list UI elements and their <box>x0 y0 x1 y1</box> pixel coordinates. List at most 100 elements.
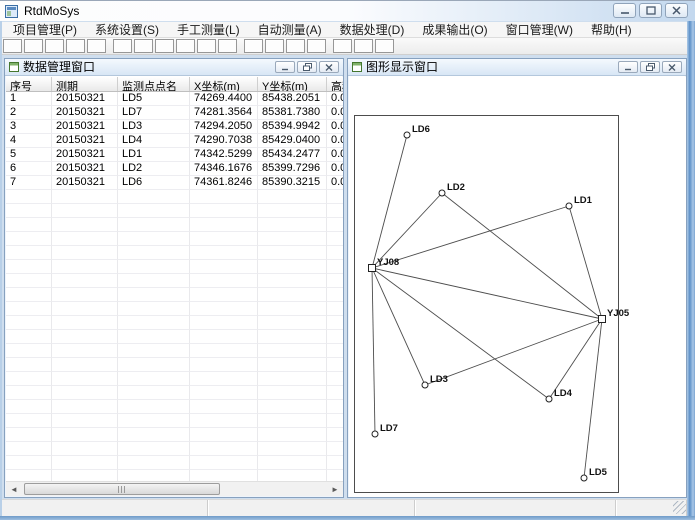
resize-grip[interactable] <box>673 501 686 514</box>
table-row[interactable] <box>6 218 343 232</box>
toolbar-button[interactable] <box>134 39 153 53</box>
table-cell <box>6 190 52 204</box>
scroll-right-arrow-icon[interactable]: ► <box>327 482 343 496</box>
toolbar-button[interactable] <box>265 39 284 53</box>
data-window-titlebar[interactable]: 数据管理窗口 <box>5 59 343 76</box>
table-row[interactable] <box>6 190 343 204</box>
menu-item[interactable]: 手工测量(L) <box>168 22 249 38</box>
toolbar-button[interactable] <box>176 39 195 53</box>
menu-item[interactable]: 项目管理(P) <box>4 22 86 38</box>
table-cell <box>52 358 118 372</box>
table-row[interactable]: 220150321LD774281.356485381.73800.0000 <box>6 106 343 120</box>
table-cell <box>258 190 327 204</box>
table-row[interactable]: 520150321LD174342.529985434.24770.0000 <box>6 148 343 162</box>
minimize-button[interactable] <box>613 3 636 18</box>
maximize-button[interactable] <box>639 3 662 18</box>
table-row[interactable]: 420150321LD474290.703885429.04000.0000 <box>6 134 343 148</box>
toolbar-button[interactable] <box>24 39 43 53</box>
table-cell <box>327 344 343 358</box>
data-window-close-button[interactable] <box>319 61 339 73</box>
toolbar-button[interactable] <box>113 39 132 53</box>
table-cell: 20150321 <box>52 162 118 176</box>
scrollbar-thumb[interactable] <box>24 483 220 495</box>
table-row[interactable] <box>6 330 343 344</box>
table-row[interactable]: 320150321LD374294.205085394.99420.0000 <box>6 120 343 134</box>
table-row[interactable] <box>6 204 343 218</box>
table-row[interactable] <box>6 232 343 246</box>
plot-node-label-LD2: LD2 <box>447 182 465 193</box>
table-row[interactable] <box>6 260 343 274</box>
table-row[interactable] <box>6 442 343 456</box>
table-row[interactable] <box>6 414 343 428</box>
graph-window-restore-button[interactable] <box>640 61 660 73</box>
menu-item[interactable]: 窗口管理(W) <box>497 22 582 38</box>
table-header: 序号测期监测点点名X坐标(m)Y坐标(m)高程(m) <box>6 77 343 92</box>
toolbar-button[interactable] <box>354 39 373 53</box>
menu-item[interactable]: 成果输出(O) <box>413 22 496 38</box>
column-header[interactable]: 高程(m) <box>327 77 343 91</box>
table-row[interactable] <box>6 246 343 260</box>
column-header[interactable]: 监测点点名 <box>118 77 190 91</box>
graph-window-close-button[interactable] <box>662 61 682 73</box>
graph-window-titlebar[interactable]: 图形显示窗口 <box>348 59 686 76</box>
column-header[interactable]: Y坐标(m) <box>258 77 327 91</box>
table-row[interactable] <box>6 372 343 386</box>
horizontal-scrollbar[interactable]: ◄ ► <box>6 481 343 496</box>
titlebar[interactable]: RtdMoSys <box>0 1 695 21</box>
toolbar-button[interactable] <box>244 39 263 53</box>
table-row[interactable]: 620150321LD274346.167685399.72960.0000 <box>6 162 343 176</box>
app-icon <box>5 5 18 18</box>
table-cell <box>190 190 258 204</box>
menu-item[interactable]: 帮助(H) <box>582 22 641 38</box>
plot-edge-YJ08-LD6 <box>372 135 407 268</box>
toolbar-button[interactable] <box>3 39 22 53</box>
table-row[interactable]: 720150321LD674361.824685390.32150.0000 <box>6 176 343 190</box>
table-cell <box>118 288 190 302</box>
menu-item[interactable]: 数据处理(D) <box>331 22 414 38</box>
table-cell <box>118 302 190 316</box>
table-row[interactable] <box>6 428 343 442</box>
toolbar-button[interactable] <box>307 39 326 53</box>
plot-edge-YJ05-LD3 <box>425 319 602 385</box>
table-row[interactable] <box>6 288 343 302</box>
toolbar-button[interactable] <box>66 39 85 53</box>
table-cell: 0.0000 <box>327 120 343 134</box>
toolbar-button[interactable] <box>197 39 216 53</box>
table-cell: 0.0000 <box>327 162 343 176</box>
table-row[interactable] <box>6 302 343 316</box>
table-cell <box>6 456 52 470</box>
column-header[interactable]: 序号 <box>6 77 52 91</box>
menu-item[interactable]: 系统设置(S) <box>86 22 168 38</box>
table-cell <box>52 442 118 456</box>
table-row[interactable] <box>6 400 343 414</box>
table-row[interactable]: 120150321LD574269.440085438.20510.0000 <box>6 92 343 106</box>
table-row[interactable] <box>6 274 343 288</box>
toolbar-button[interactable] <box>218 39 237 53</box>
toolbar-button[interactable] <box>87 39 106 53</box>
data-window-restore-button[interactable] <box>297 61 317 73</box>
plot-node-label-LD4: LD4 <box>554 388 573 399</box>
toolbar-button[interactable] <box>286 39 305 53</box>
scroll-left-arrow-icon[interactable]: ◄ <box>6 482 22 496</box>
data-window-minimize-button[interactable] <box>275 61 295 73</box>
menu-item[interactable]: 自动测量(A) <box>249 22 331 38</box>
table-row[interactable] <box>6 456 343 470</box>
app-window: RtdMoSys 项目管理(P)系统设置(S)手工测量(L)自动测量(A)数据处… <box>0 0 695 520</box>
table-row[interactable] <box>6 358 343 372</box>
column-header[interactable]: 测期 <box>52 77 118 91</box>
table-row[interactable] <box>6 316 343 330</box>
table-cell <box>190 260 258 274</box>
toolbar-button[interactable] <box>375 39 394 53</box>
toolbar-button[interactable] <box>333 39 352 53</box>
table-cell: LD5 <box>118 92 190 106</box>
table-row[interactable] <box>6 344 343 358</box>
graph-window-minimize-button[interactable] <box>618 61 638 73</box>
toolbar-button[interactable] <box>155 39 174 53</box>
table-cell <box>327 218 343 232</box>
table-cell: 85429.0400 <box>258 134 327 148</box>
toolbar-button[interactable] <box>45 39 64 53</box>
column-header[interactable]: X坐标(m) <box>190 77 258 91</box>
table-row[interactable] <box>6 386 343 400</box>
window-title: RtdMoSys <box>24 4 79 18</box>
close-button[interactable] <box>665 3 688 18</box>
